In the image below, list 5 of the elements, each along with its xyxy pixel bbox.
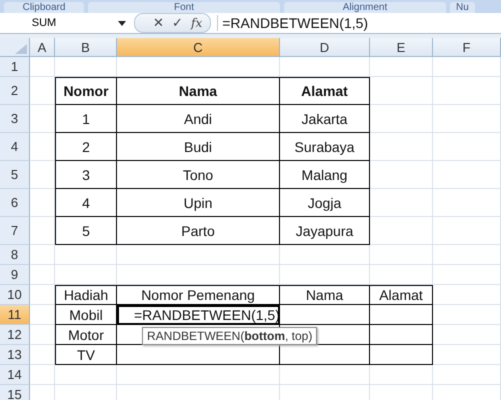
ribbon-group-label: Alignment xyxy=(284,2,446,13)
function-tooltip: RANDBETWEEN(bottom, top) xyxy=(142,327,318,345)
ribbon-group-label: Nu xyxy=(450,2,475,13)
ribbon-group-label: Clipboard xyxy=(4,2,84,13)
ribbon-group-label: Font xyxy=(88,2,280,13)
